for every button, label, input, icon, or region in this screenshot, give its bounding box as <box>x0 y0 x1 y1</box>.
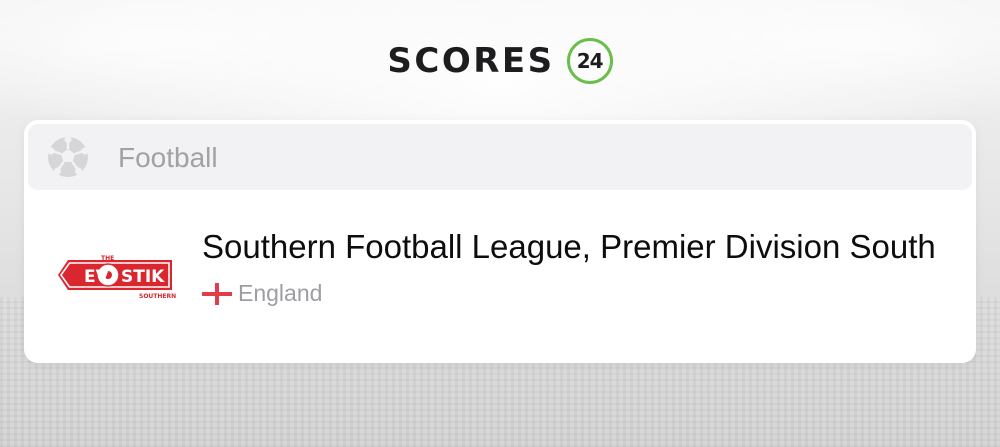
sport-filter-bar[interactable]: Football <box>28 124 972 190</box>
football-ball-icon <box>47 136 89 177</box>
svg-text:THE: THE <box>101 255 114 262</box>
brand-word: SCORES <box>387 41 555 81</box>
site-header: SCORES 24 <box>0 34 1000 88</box>
svg-text:SOUTHERN: SOUTHERN <box>139 293 176 300</box>
country-name: England <box>238 280 323 306</box>
evo-stik-league-logo: EV STIK THE SOUTHERN <box>58 255 176 300</box>
league-name[interactable]: Southern Football League, Premier Divisi… <box>202 228 936 266</box>
svg-text:STIK: STIK <box>121 267 165 287</box>
league-country: England <box>202 280 322 307</box>
league-result-row[interactable]: EV STIK THE SOUTHERN Southern Football L… <box>24 210 976 330</box>
england-flag-icon <box>202 282 232 305</box>
brand-number-badge: 24 <box>566 38 613 84</box>
search-result-card: Football EV STIK THE SOUTHERN Southern F… <box>24 120 976 363</box>
scores24-logo[interactable]: SCORES 24 <box>387 38 613 84</box>
sport-filter-label: Football <box>118 142 218 173</box>
svg-text:EV: EV <box>84 267 110 287</box>
